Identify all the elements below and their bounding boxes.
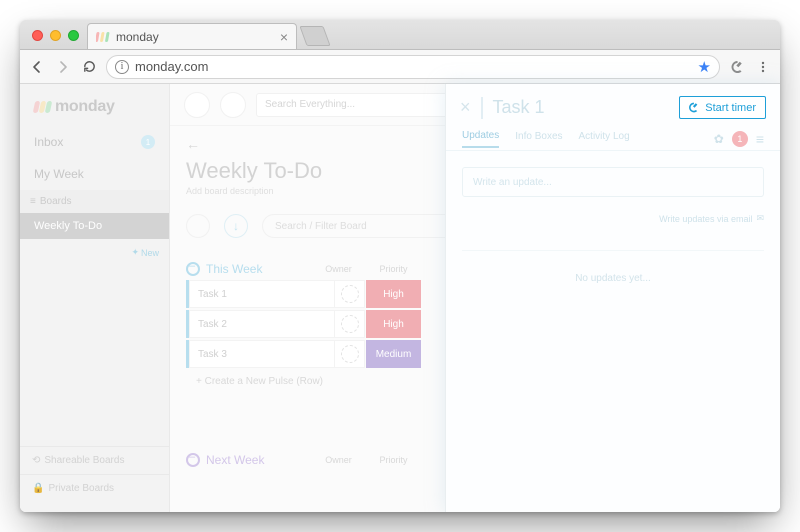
group-next-week: Next Week Owner Priority [186, 453, 421, 471]
sidebar-item-myweek[interactable]: My Week [20, 158, 169, 190]
site-info-icon[interactable]: i [115, 60, 129, 74]
group-header[interactable]: This Week Owner Priority [186, 262, 421, 280]
table-row[interactable]: Task 2 High [186, 310, 421, 338]
inbox-badge: 1 [141, 135, 155, 149]
table-row[interactable]: Task 3 Medium [186, 340, 421, 368]
board-title[interactable]: Weekly To-Do [186, 158, 322, 184]
priority-cell[interactable]: Medium [366, 340, 421, 368]
collapse-icon[interactable] [186, 453, 200, 467]
clockify-icon [687, 101, 700, 114]
chat-icon[interactable] [310, 316, 326, 332]
nav-forward-icon [54, 58, 72, 76]
notifications-icon[interactable] [184, 92, 210, 118]
url-text: monday.com [135, 59, 208, 74]
task-panel: × Task 1 Start timer Updates Info Boxes … [445, 84, 780, 512]
global-search-input[interactable]: Search Everything... 🔍 [256, 93, 476, 117]
owner-cell[interactable] [335, 340, 365, 368]
new-tab-button[interactable] [299, 26, 330, 46]
browser-toolbar: i monday.com ★ [20, 50, 780, 84]
logo-icon [34, 101, 51, 113]
col-owner: Owner [311, 264, 366, 274]
sidebar: monday Inbox 1 My Week Boards Weekly To-… [20, 84, 170, 512]
table-row[interactable]: Task 1 High [186, 280, 421, 308]
sidebar-board-selected[interactable]: Weekly To-Do [20, 213, 169, 239]
add-row-button[interactable]: + Create a New Pulse (Row) [186, 370, 421, 393]
sidebar-item-inbox[interactable]: Inbox 1 [20, 126, 169, 158]
new-board-button[interactable]: ✦ New [121, 245, 169, 260]
owner-cell[interactable] [335, 280, 365, 308]
bookmark-star-icon[interactable]: ★ [698, 58, 711, 76]
clockify-extension-icon[interactable] [728, 58, 746, 76]
empty-state: No updates yet... [462, 250, 764, 284]
chat-icon[interactable] [310, 286, 326, 302]
update-input[interactable]: Write an update... [462, 167, 764, 197]
gear-icon[interactable]: ✿ [714, 132, 724, 146]
close-panel-icon[interactable]: × [460, 97, 471, 118]
tab-infoboxes[interactable]: Info Boxes [515, 131, 562, 147]
sidebar-label: My Week [34, 167, 84, 181]
collapse-icon[interactable] [186, 262, 200, 276]
chat-icon[interactable] [310, 346, 326, 362]
favicon-icon [96, 30, 110, 44]
task-title[interactable]: Task 1 [493, 97, 545, 118]
start-timer-button[interactable]: Start timer [679, 96, 766, 119]
close-tab-icon[interactable]: × [280, 29, 288, 45]
group-header[interactable]: Next Week Owner Priority [186, 453, 421, 471]
browser-tabbar: monday × [20, 20, 780, 50]
sidebar-label: Inbox [34, 135, 63, 149]
record-icon[interactable] [186, 214, 210, 238]
via-email-link[interactable]: Write updates via email ✉ [446, 213, 780, 224]
brand-logo[interactable]: monday [20, 84, 169, 126]
update-placeholder: Write an update... [473, 177, 552, 188]
nav-back-icon[interactable] [28, 58, 46, 76]
browser-tab[interactable]: monday × [87, 23, 297, 49]
menu-icon[interactable]: ≡ [756, 131, 764, 147]
notification-badge: 1 [732, 131, 748, 147]
col-priority: Priority [366, 455, 421, 465]
sidebar-section-boards: Boards [20, 190, 169, 213]
browser-window: monday × i monday.com ★ monday [20, 20, 780, 512]
brand-name: monday [55, 98, 115, 116]
minimize-window-icon[interactable] [50, 30, 61, 41]
tab-activitylog[interactable]: Activity Log [579, 131, 630, 147]
tab-updates[interactable]: Updates [462, 130, 499, 148]
search-placeholder: Search Everything... [265, 99, 355, 110]
sidebar-private-boards[interactable]: 🔒 Private Boards [20, 475, 169, 502]
invite-icon[interactable] [220, 92, 246, 118]
owner-cell[interactable] [335, 310, 365, 338]
close-window-icon[interactable] [32, 30, 43, 41]
priority-cell[interactable]: High [366, 280, 421, 308]
browser-menu-icon[interactable] [754, 58, 772, 76]
window-controls [32, 30, 79, 41]
mail-icon: ✉ [756, 213, 764, 224]
col-priority: Priority [366, 264, 421, 274]
page-content: monday Inbox 1 My Week Boards Weekly To-… [20, 84, 780, 512]
download-icon[interactable]: ↓ [224, 214, 248, 238]
address-bar[interactable]: i monday.com ★ [106, 55, 720, 79]
group-this-week: This Week Owner Priority Task 1 High [186, 262, 421, 393]
col-owner: Owner [311, 455, 366, 465]
reload-icon[interactable] [80, 58, 98, 76]
sidebar-shareable-boards[interactable]: ⟲ Shareable Boards [20, 447, 169, 474]
panel-tabs: Updates Info Boxes Activity Log ✿ 1 ≡ [446, 127, 780, 151]
zoom-window-icon[interactable] [68, 30, 79, 41]
separator [481, 97, 483, 119]
tab-title: monday [116, 30, 159, 44]
priority-cell[interactable]: High [366, 310, 421, 338]
